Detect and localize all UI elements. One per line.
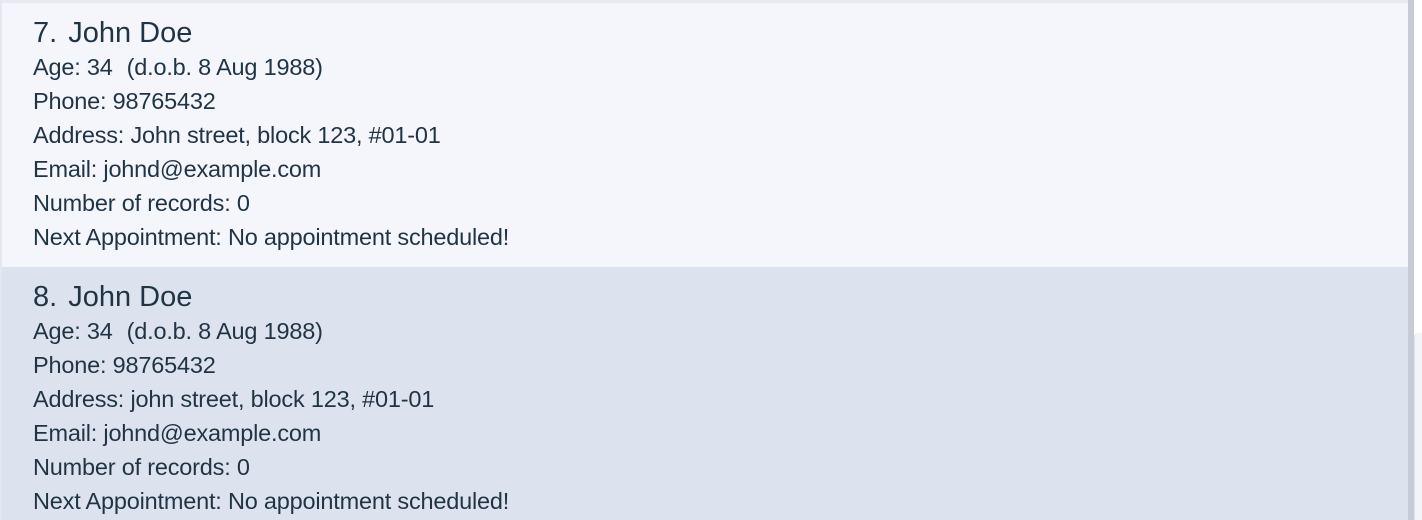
scrollbar-thumb[interactable] [1414,333,1422,520]
patient-records-count: Number of records: 0 [33,190,250,216]
patient-address: Address: john street, block 123, #01-01 [33,386,435,412]
patient-phone: Phone: 98765432 [33,352,216,378]
patient-phone: Phone: 98765432 [33,88,216,114]
patient-list[interactable]: 7. John Doe Age: 34 (d.o.b. 8 Aug 1988) Ph… [2,3,1408,520]
patient-age-line: Age: 34 (d.o.b. 8 Aug 1988) [33,50,1408,84]
patient-age-line: Age: 34 (d.o.b. 8 Aug 1988) [33,314,1408,348]
patient-dob: (d.o.b. 8 Aug 1988) [126,318,323,344]
patient-address: Address: John street, block 123, #01-01 [33,122,441,148]
patient-title: 8. John Doe [33,279,1408,315]
patient-index: 8. [33,281,58,313]
patient-index: 7. [33,17,58,49]
patient-age: Age: 34 [33,318,113,344]
patient-email: Email: johnd@example.com [33,156,322,182]
patient-dob: (d.o.b. 8 Aug 1988) [126,54,323,80]
patient-title: 7. John Doe [33,15,1408,51]
patient-card[interactable]: 7. John Doe Age: 34 (d.o.b. 8 Aug 1988) Ph… [2,3,1408,267]
patient-card[interactable]: 8. John Doe Age: 34 (d.o.b. 8 Aug 1988) Ph… [2,267,1408,520]
patient-email: Email: johnd@example.com [33,420,322,446]
patient-age: Age: 34 [33,54,113,80]
patient-name: John Doe [68,281,193,313]
patient-name: John Doe [68,17,193,49]
patient-list-window: 7. John Doe Age: 34 (d.o.b. 8 Aug 1988) Ph… [0,0,1422,520]
patient-next-appointment: Next Appointment: No appointment schedul… [33,488,510,514]
patient-records-count: Number of records: 0 [33,454,250,480]
patient-next-appointment: Next Appointment: No appointment schedul… [33,224,510,250]
